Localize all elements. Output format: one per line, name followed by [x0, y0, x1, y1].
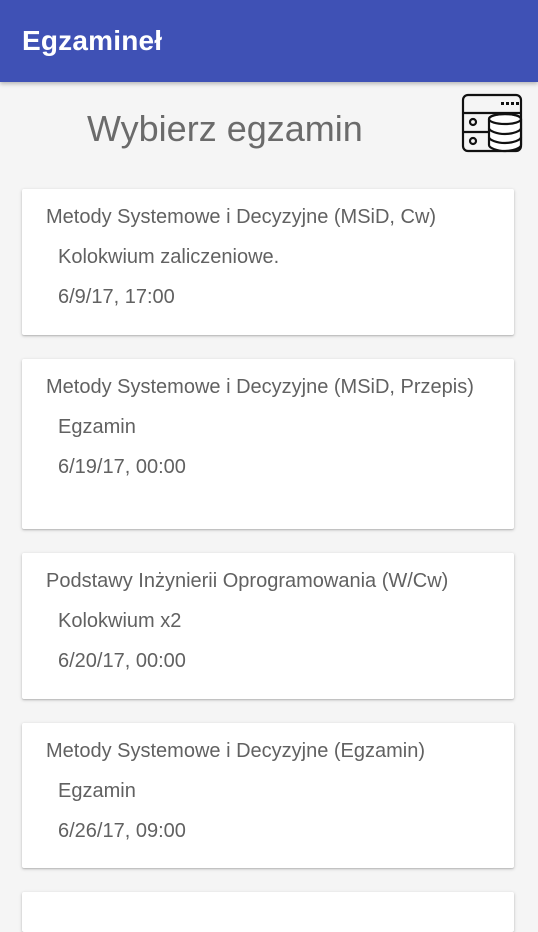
- database-server-icon: [461, 93, 523, 153]
- exam-card-partial[interactable]: [22, 892, 514, 932]
- exam-description: Kolokwium zaliczeniowe.: [58, 246, 280, 268]
- database-button[interactable]: [461, 92, 525, 156]
- exam-description: Egzamin: [58, 780, 136, 802]
- app-bar: Egzamineł: [0, 0, 538, 82]
- exam-list-screen[interactable]: Wybierz egzamin Metody Systemowe i Decyz…: [0, 82, 538, 932]
- page-title: Wybierz egzamin: [87, 108, 363, 149]
- exam-card[interactable]: Metody Systemowe i Decyzyjne (MSiD, Prze…: [22, 359, 514, 529]
- exam-title: Metody Systemowe i Decyzyjne (MSiD, Cw): [46, 206, 437, 228]
- exam-date: 6/20/17, 00:00: [58, 650, 186, 672]
- exam-title: Metody Systemowe i Decyzyjne (Egzamin): [46, 740, 426, 762]
- exam-title: Metody Systemowe i Decyzyjne (MSiD, Prze…: [46, 376, 474, 398]
- app-title: Egzamineł: [22, 25, 163, 56]
- exam-card[interactable]: Metody Systemowe i Decyzyjne (Egzamin) E…: [22, 723, 514, 868]
- exam-card[interactable]: Podstawy Inżynierii Oprogramowania (W/Cw…: [22, 553, 514, 699]
- exam-description: Kolokwium x2: [58, 610, 182, 632]
- exam-title: Podstawy Inżynierii Oprogramowania (W/Cw…: [46, 570, 449, 592]
- exam-date: 6/26/17, 09:00: [58, 820, 186, 842]
- exam-date: 6/9/17, 17:00: [58, 286, 175, 308]
- exam-card[interactable]: Metody Systemowe i Decyzyjne (MSiD, Cw) …: [22, 189, 514, 335]
- exam-description: Egzamin: [58, 416, 136, 438]
- exam-date: 6/19/17, 00:00: [58, 456, 186, 478]
